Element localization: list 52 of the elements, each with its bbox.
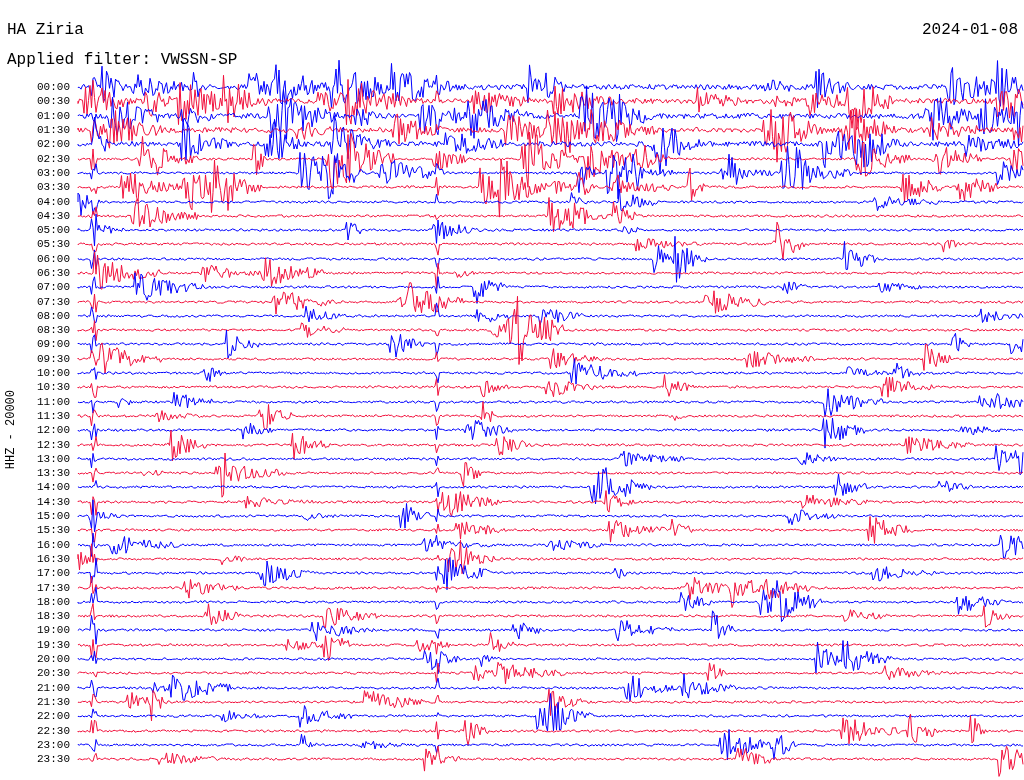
time-label: 18:00: [36, 595, 71, 608]
time-label: 15:30: [36, 524, 71, 537]
time-label: 16:30: [36, 552, 71, 565]
time-label: 21:00: [36, 681, 71, 694]
time-label: 02:30: [36, 152, 71, 165]
time-label: 02:00: [36, 138, 71, 151]
time-label: 18:30: [36, 610, 71, 623]
time-label: 14:30: [36, 495, 71, 508]
time-label: 00:30: [36, 95, 71, 108]
time-label: 05:30: [36, 238, 71, 251]
time-label: 03:00: [36, 166, 71, 179]
time-label: 01:30: [36, 124, 71, 137]
time-label: 13:00: [36, 452, 71, 465]
time-label: 13:30: [36, 467, 71, 480]
time-label: 20:00: [36, 653, 71, 665]
time-label: 06:30: [36, 267, 71, 279]
time-label: 10:00: [36, 367, 71, 380]
time-label: 19:30: [36, 638, 71, 651]
time-label: 20:30: [36, 667, 71, 680]
time-label: 11:00: [36, 395, 71, 408]
time-label: 07:30: [36, 295, 71, 308]
time-label: 23:30: [36, 753, 71, 766]
time-label: 03:30: [36, 181, 71, 194]
time-label: 21:30: [36, 695, 71, 708]
time-label: 12:00: [36, 424, 71, 437]
time-label: 16:00: [36, 538, 71, 551]
time-label: 04:00: [36, 195, 71, 208]
axis-label: HHZ - 20000: [4, 390, 18, 470]
time-label: 09:00: [36, 338, 71, 351]
time-label: 12:30: [36, 438, 71, 451]
time-label: 08:00: [36, 309, 71, 322]
time-label: 14:00: [36, 481, 71, 494]
time-label: 15:00: [36, 510, 71, 523]
station-title: HA Ziria: [7, 20, 84, 41]
filter-label: Applied filter: VWSSN-SP: [7, 51, 238, 69]
time-label: 22:00: [36, 710, 71, 723]
time-label: 11:30: [36, 409, 71, 422]
time-label: 23:00: [36, 738, 71, 751]
time-label: 07:00: [36, 281, 71, 294]
time-label: 17:00: [36, 567, 71, 580]
time-label: 19:00: [36, 624, 71, 637]
time-label: 10:30: [36, 381, 71, 394]
time-label: 00:00: [36, 81, 71, 94]
time-label: 17:30: [36, 581, 71, 594]
time-label: 01:00: [36, 109, 71, 122]
time-label: 05:00: [36, 224, 71, 237]
time-label: 04:30: [36, 209, 71, 222]
date-label: 2024-01-08: [922, 20, 1018, 41]
time-label: 22:30: [36, 724, 71, 737]
time-label: 08:30: [36, 324, 71, 337]
time-label: 06:00: [36, 252, 71, 265]
time-label: 09:30: [36, 352, 71, 365]
